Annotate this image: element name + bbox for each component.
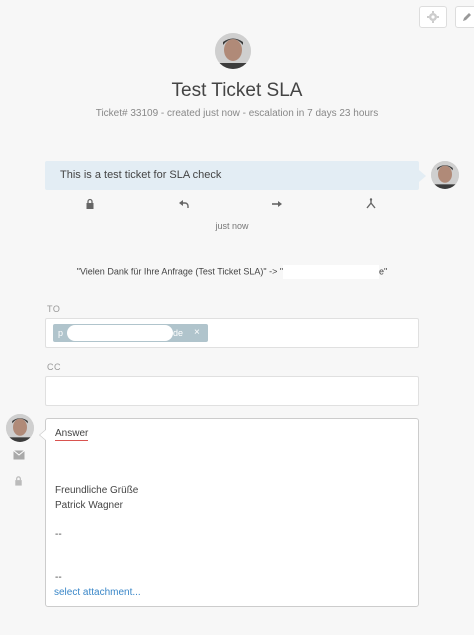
signature-separator: --	[55, 529, 62, 540]
signature-greeting: Freundliche Grüße	[55, 485, 139, 496]
article-author-avatar[interactable]	[431, 161, 459, 189]
gear-icon	[427, 11, 439, 23]
subject-prefix: "Vielen Dank für Ihre Anfrage (Test Tick…	[76, 266, 284, 277]
remove-recipient-icon[interactable]: ×	[194, 327, 200, 338]
select-attachment-link[interactable]: select attachment...	[54, 587, 141, 598]
lock-icon[interactable]	[84, 198, 96, 210]
pencil-icon	[463, 13, 471, 21]
redacted-block	[283, 265, 380, 279]
forward-icon[interactable]	[271, 198, 283, 210]
lock-icon[interactable]	[13, 475, 24, 487]
recipient-suffix: de	[173, 328, 184, 338]
email-icon[interactable]	[13, 450, 25, 460]
edit-button[interactable]	[455, 6, 474, 28]
redacted-block	[67, 325, 173, 341]
agent-avatar[interactable]	[6, 414, 34, 442]
article-bubble: This is a test ticket for SLA check	[45, 161, 426, 190]
subject-line: "Vielen Dank für Ihre Anfrage (Test Tick…	[0, 265, 464, 279]
article-timestamp: just now	[215, 221, 249, 231]
reply-editor[interactable]: Answer Freundliche Grüße Patrick Wagner …	[39, 418, 419, 607]
article-body: This is a test ticket for SLA check	[60, 169, 222, 181]
signature-name: Patrick Wagner	[55, 500, 123, 511]
to-label: TO	[47, 304, 61, 314]
to-field[interactable]: p de ×	[45, 318, 419, 348]
reply-answer-text: Answer	[55, 428, 89, 441]
ticket-meta: Ticket# 33109 - created just now - escal…	[95, 108, 379, 119]
split-icon[interactable]	[365, 198, 377, 210]
page-title: Test Ticket SLA	[171, 80, 303, 101]
quote-separator: --	[55, 572, 62, 583]
settings-button[interactable]	[419, 6, 447, 28]
cc-field[interactable]	[45, 376, 419, 406]
customer-avatar[interactable]	[215, 33, 251, 69]
cc-label: CC	[47, 362, 61, 372]
recipient-token[interactable]: p de ×	[53, 324, 208, 342]
subject-suffix: e"	[379, 266, 388, 277]
recipient-prefix: p	[58, 328, 64, 338]
reply-icon[interactable]	[178, 198, 190, 210]
